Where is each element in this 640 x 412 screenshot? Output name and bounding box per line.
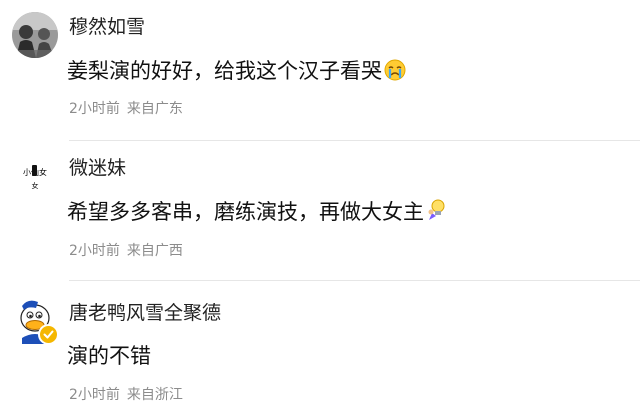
comment-item: 穆然如雪 姜梨演的好好，给我这个汉子看哭 2小时前 来自广东: [0, 0, 640, 145]
timestamp: 2小时前: [69, 101, 120, 117]
timestamp: 2小时前: [69, 243, 120, 259]
verified-badge-icon: [38, 324, 59, 345]
crying-face-emoji: [384, 59, 406, 88]
username[interactable]: 微迷妹: [69, 156, 126, 180]
avatar-image: [12, 12, 58, 58]
username[interactable]: 唐老鸭风雪全聚德: [69, 301, 221, 325]
comment-text-body: 演的不错: [67, 344, 151, 368]
timestamp: 2小时前: [69, 387, 120, 403]
location: 广东: [154, 101, 183, 117]
comment-text: 希望多多客串，磨练演技，再做大女主: [67, 198, 448, 229]
comment-meta: 2小时前 来自广东: [69, 100, 183, 118]
location-prefix: 来自: [126, 101, 155, 117]
comment-item: 小仙女 女 微迷妹 希望多多客串，磨练演技，再做大女主 2小时前来自广西: [0, 145, 640, 281]
comment-text-body: 姜梨演的好好，给我这个汉子看哭: [67, 59, 382, 83]
svg-text:女: 女: [32, 181, 39, 190]
divider: [69, 140, 640, 141]
location: 浙江: [154, 387, 183, 403]
comment-meta: 2小时前 来自浙江: [69, 386, 183, 404]
location: 广西: [154, 243, 183, 259]
comment-text: 演的不错: [67, 342, 151, 370]
avatar[interactable]: 小仙女 女: [12, 155, 58, 201]
comment-text: 姜梨演的好好，给我这个汉子看哭: [67, 57, 406, 88]
avatar[interactable]: [12, 12, 58, 58]
location-prefix: 来自: [126, 387, 155, 403]
lightbulb-emoji: [426, 198, 448, 229]
location-prefix: 来自: [126, 243, 155, 259]
avatar-image: 小仙女 女: [12, 155, 58, 201]
comment-meta: 2小时前 来自广西: [69, 242, 183, 260]
username[interactable]: 穆然如雪: [69, 15, 145, 39]
comment-text-body: 希望多多客串，磨练演技，再做大女主: [67, 200, 424, 224]
comment-item: 唐老鸭风雪全聚德 演的不错 2小时前 来自浙江: [0, 280, 640, 412]
